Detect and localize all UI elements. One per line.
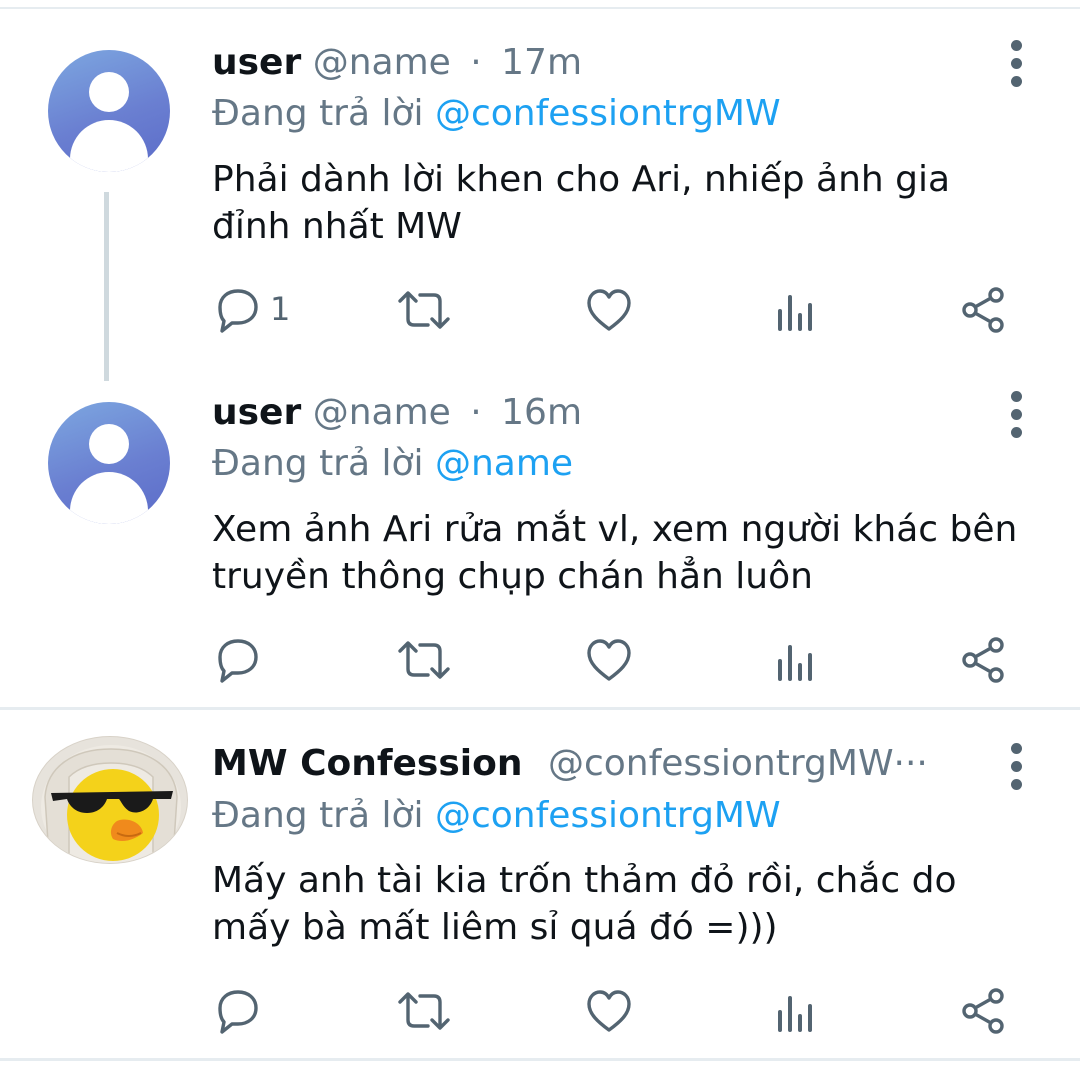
separator-dot: · bbox=[470, 392, 482, 433]
replying-to: Đang trả lời @name bbox=[212, 441, 573, 487]
display-name[interactable]: user bbox=[212, 42, 301, 83]
timestamp[interactable]: 16m bbox=[501, 392, 582, 433]
top-divider bbox=[0, 7, 1080, 9]
default-avatar-body bbox=[70, 472, 148, 524]
retweet-button[interactable] bbox=[396, 986, 452, 1036]
reply-count: 1 bbox=[270, 290, 291, 328]
avatar[interactable] bbox=[32, 736, 188, 864]
analytics-button[interactable] bbox=[774, 285, 820, 335]
tweet-text: Phải dành lời khen cho Ari, nhiếp ảnh gi… bbox=[212, 159, 951, 247]
retweet-icon bbox=[398, 992, 450, 1030]
heart-icon bbox=[587, 990, 631, 1032]
avatar[interactable] bbox=[48, 50, 170, 172]
replying-to-mention[interactable]: @name bbox=[435, 443, 573, 484]
default-avatar-head bbox=[89, 424, 129, 464]
analytics-icon bbox=[778, 295, 812, 331]
retweet-icon bbox=[398, 291, 450, 329]
share-icon bbox=[962, 637, 1004, 683]
more-options-button[interactable] bbox=[1004, 391, 1030, 439]
analytics-icon bbox=[778, 645, 812, 681]
share-icon bbox=[962, 287, 1004, 333]
timestamp[interactable]: 17m bbox=[501, 42, 582, 83]
replying-to: Đang trả lời @confessiontrgMW bbox=[212, 793, 781, 839]
heart-icon bbox=[587, 639, 631, 681]
tweet-header: user @name · 16m bbox=[212, 390, 582, 436]
separator-dot: · bbox=[470, 42, 482, 83]
user-handle[interactable]: @name bbox=[313, 392, 451, 433]
default-avatar-head bbox=[89, 72, 129, 112]
more-options-button[interactable] bbox=[1004, 743, 1030, 791]
user-handle[interactable]: @name bbox=[313, 42, 451, 83]
retweet-icon bbox=[398, 641, 450, 679]
tweet-header: MW Confession @confessiontrgMW··· bbox=[212, 741, 928, 787]
retweet-button[interactable] bbox=[396, 285, 452, 335]
user-handle[interactable]: @confessiontrgMW··· bbox=[548, 743, 928, 784]
analytics-icon bbox=[778, 996, 812, 1032]
reply-icon bbox=[218, 289, 258, 333]
like-button[interactable] bbox=[584, 635, 634, 685]
analytics-button[interactable] bbox=[774, 986, 820, 1036]
display-name[interactable]: MW Confession bbox=[212, 743, 522, 784]
share-icon bbox=[962, 988, 1004, 1034]
replying-to-label: Đang trả lời bbox=[212, 795, 424, 836]
analytics-button[interactable] bbox=[774, 635, 820, 685]
replying-to: Đang trả lời @confessiontrgMW bbox=[212, 91, 781, 137]
display-name[interactable]: user bbox=[212, 392, 301, 433]
reply-button[interactable] bbox=[212, 635, 262, 685]
share-button[interactable] bbox=[958, 285, 1008, 335]
replying-to-mention[interactable]: @confessiontrgMW bbox=[435, 93, 781, 134]
share-button[interactable] bbox=[958, 635, 1008, 685]
replying-to-label: Đang trả lời bbox=[212, 443, 424, 484]
tweet-header: user @name · 17m bbox=[212, 40, 582, 86]
reply-button[interactable] bbox=[212, 986, 262, 1036]
more-options-button[interactable] bbox=[1004, 40, 1030, 88]
duck-with-sunglasses-avatar-image bbox=[41, 745, 181, 863]
heart-icon bbox=[587, 289, 631, 331]
thread-connector-line bbox=[104, 192, 109, 381]
avatar[interactable] bbox=[48, 402, 170, 524]
replying-to-mention[interactable]: @confessiontrgMW bbox=[435, 795, 781, 836]
default-avatar-body bbox=[70, 120, 148, 172]
replying-to-label: Đang trả lời bbox=[212, 93, 424, 134]
reply-icon bbox=[218, 639, 258, 683]
like-button[interactable] bbox=[584, 986, 634, 1036]
tweet-divider bbox=[0, 707, 1080, 710]
tweet-text: Mấy anh tài kia trốn thảm đỏ rồi, chắc d… bbox=[212, 860, 957, 948]
reply-button[interactable]: 1 bbox=[212, 285, 290, 335]
share-button[interactable] bbox=[958, 986, 1008, 1036]
reply-icon bbox=[218, 990, 258, 1034]
tweet-text: Xem ảnh Ari rửa mắt vl, xem người khác b… bbox=[212, 509, 1018, 597]
tweet-divider bbox=[0, 1058, 1080, 1061]
retweet-button[interactable] bbox=[396, 635, 452, 685]
like-button[interactable] bbox=[584, 285, 634, 335]
